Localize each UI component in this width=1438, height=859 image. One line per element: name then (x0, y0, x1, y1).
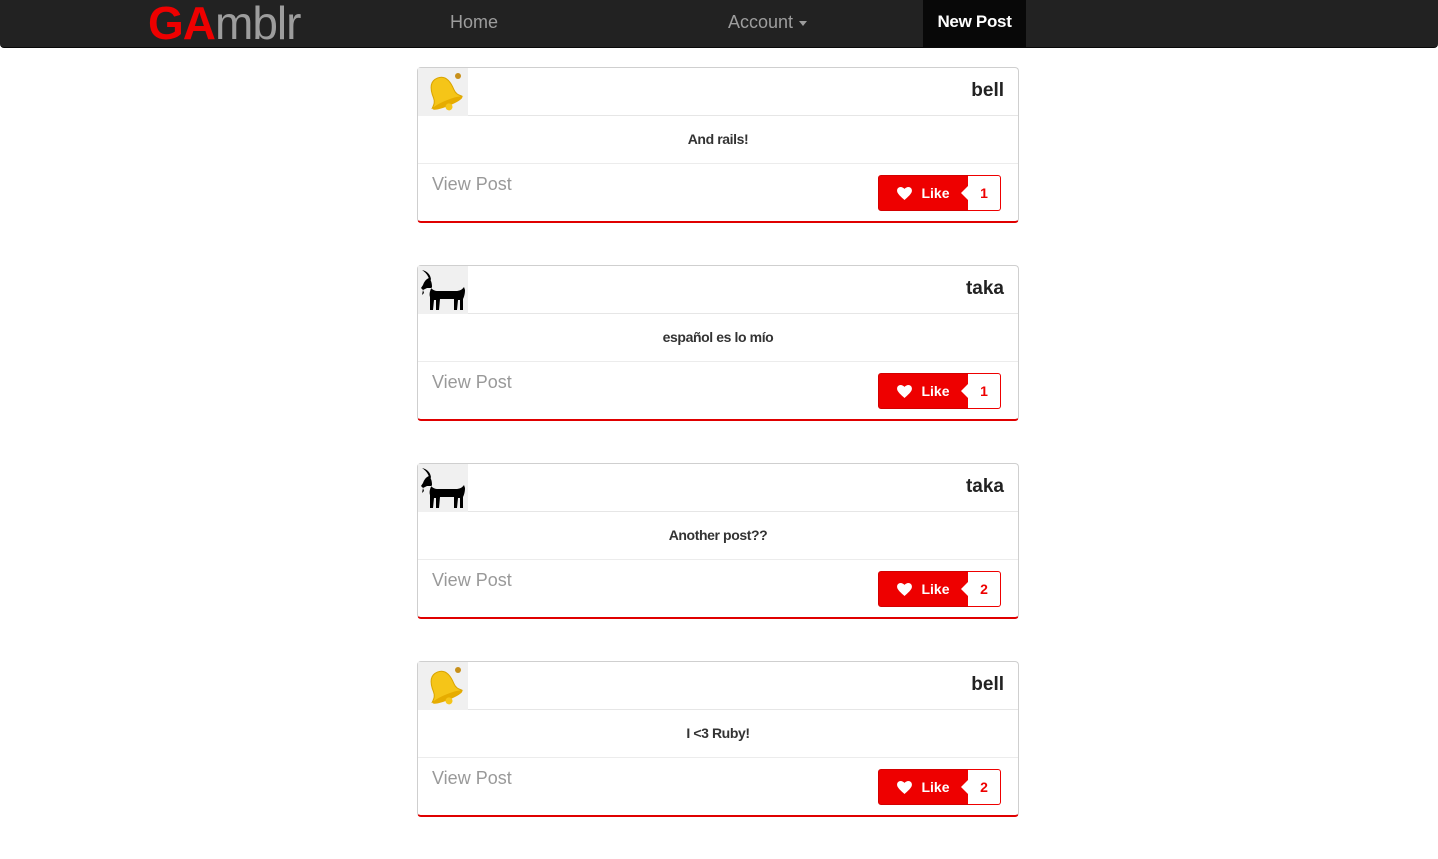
post-header: bell (418, 68, 1018, 116)
post-author[interactable]: taka (966, 464, 1004, 510)
post-card: taka español es lo mío View Post Like 1 (417, 265, 1019, 421)
post-content: And rails! (418, 116, 1018, 164)
brand-logo[interactable]: GAmblr (148, 0, 301, 49)
post-footer: View Post Like 2 (418, 560, 1018, 618)
post-footer: View Post Like 2 (418, 758, 1018, 816)
avatar (418, 266, 468, 314)
like-label: Like (921, 779, 950, 795)
nav-account-label: Account (728, 12, 794, 32)
post-card: taka Another post?? View Post Like 2 (417, 463, 1019, 619)
post-author[interactable]: bell (971, 68, 1004, 114)
heart-icon (897, 384, 913, 398)
post-content: español es lo mío (418, 314, 1018, 362)
like-button[interactable]: Like (878, 175, 969, 211)
view-post-link[interactable]: View Post (432, 174, 512, 195)
like-count: 1 (961, 373, 1001, 409)
heart-icon (897, 186, 913, 200)
like-button[interactable]: Like (878, 373, 969, 409)
post-author[interactable]: taka (966, 266, 1004, 312)
view-post-link[interactable]: View Post (432, 372, 512, 393)
post-card: bell I <3 Ruby! View Post Like 2 (417, 661, 1019, 817)
post-content: Another post?? (418, 512, 1018, 560)
post-header: taka (418, 266, 1018, 314)
post-header: bell (418, 662, 1018, 710)
like-count: 1 (961, 175, 1001, 211)
goat-icon (421, 468, 465, 508)
nav-account-dropdown[interactable]: Account (728, 0, 808, 47)
post-card: bell And rails! View Post Like 1 (417, 67, 1019, 223)
brand-part-mblr: mblr (215, 0, 301, 49)
brand-part-ga: GA (148, 0, 216, 49)
nav-new-post-link[interactable]: New Post (923, 0, 1026, 47)
like-button[interactable]: Like (878, 769, 969, 805)
goat-icon (421, 270, 465, 310)
navbar: GAmblr Home Account New Post (0, 0, 1438, 48)
like-count: 2 (961, 769, 1001, 805)
post-header: taka (418, 464, 1018, 512)
heart-icon (897, 582, 913, 596)
bell-icon (430, 73, 464, 111)
view-post-link[interactable]: View Post (432, 768, 512, 789)
view-post-link[interactable]: View Post (432, 570, 512, 591)
post-footer: View Post Like 1 (418, 362, 1018, 420)
like-label: Like (921, 185, 950, 201)
nav-home-link[interactable]: Home (450, 0, 498, 47)
like-label: Like (921, 581, 950, 597)
caret-down-icon (799, 20, 808, 26)
post-content: I <3 Ruby! (418, 710, 1018, 758)
avatar (418, 464, 468, 512)
bell-icon (430, 667, 464, 705)
post-footer: View Post Like 1 (418, 164, 1018, 222)
avatar (418, 68, 468, 116)
like-count: 2 (961, 571, 1001, 607)
post-feed: bell And rails! View Post Like 1 taka es… (417, 67, 1019, 859)
like-label: Like (921, 383, 950, 399)
post-author[interactable]: bell (971, 662, 1004, 708)
like-button[interactable]: Like (878, 571, 969, 607)
avatar (418, 662, 468, 710)
